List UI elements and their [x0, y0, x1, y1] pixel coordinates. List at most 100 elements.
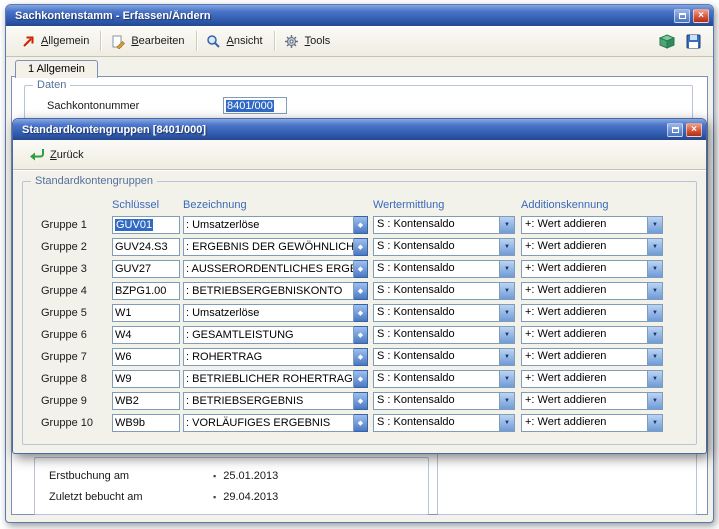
- bezeichnung-input[interactable]: : ERGEBNIS DER GEWÖHNLICHEN GES: [183, 238, 354, 256]
- date-text: 29.04.2013: [223, 491, 278, 503]
- dropdown-arrow-icon[interactable]: ▼: [499, 305, 514, 321]
- bezeichnung-input[interactable]: : AUSSERORDENTLICHES ERGEBNIS: [183, 260, 354, 278]
- lookup-button[interactable]: ◆: [354, 238, 368, 256]
- wertermittlung-select[interactable]: S : Kontensaldo ▼: [373, 414, 515, 432]
- dropdown-arrow-icon[interactable]: ▼: [499, 349, 514, 365]
- additionskennung-select[interactable]: +: Wert addieren ▼: [521, 326, 663, 344]
- close-button[interactable]: ×: [693, 9, 709, 23]
- minimize-button[interactable]: [674, 9, 690, 23]
- dropdown-arrow-icon[interactable]: ▼: [647, 327, 662, 343]
- wertermittlung-select[interactable]: S : Kontensaldo ▼: [373, 260, 515, 278]
- schluessel-input[interactable]: W9: [112, 370, 180, 388]
- menu-bearbeiten[interactable]: Bearbeiten: [104, 31, 192, 52]
- menu-tools[interactable]: Tools: [278, 31, 339, 52]
- menu-label: Tools: [305, 35, 331, 47]
- date-text: 25.01.2013: [223, 470, 278, 482]
- tab-allgemein[interactable]: 1 Allgemein: [15, 60, 98, 78]
- additionskennung-select[interactable]: +: Wert addieren ▼: [521, 282, 663, 300]
- main-titlebar[interactable]: Sachkontenstamm - Erfassen/Ändern ×: [6, 5, 713, 26]
- minimize-button[interactable]: [667, 123, 683, 137]
- menu-ansicht[interactable]: Ansicht: [200, 31, 271, 52]
- dropdown-arrow-icon[interactable]: ▼: [499, 217, 514, 233]
- wertermittlung-select[interactable]: S : Kontensaldo ▼: [373, 238, 515, 256]
- dropdown-arrow-icon[interactable]: ▼: [499, 393, 514, 409]
- bezeichnung-input[interactable]: : VORLÄUFIGES ERGEBNIS: [183, 414, 354, 432]
- wertermittlung-select[interactable]: S : Kontensaldo ▼: [373, 348, 515, 366]
- wertermittlung-select[interactable]: S : Kontensaldo ▼: [373, 216, 515, 234]
- additionskennung-select[interactable]: +: Wert addieren ▼: [521, 392, 663, 410]
- lookup-button[interactable]: ◆: [354, 370, 368, 388]
- additionskennung-select[interactable]: +: Wert addieren ▼: [521, 370, 663, 388]
- wertermittlung-select[interactable]: S : Kontensaldo ▼: [373, 304, 515, 322]
- dropdown-arrow-icon[interactable]: ▼: [647, 393, 662, 409]
- table-row: Gruppe 8 W9 : BETRIEBLICHER ROHERTRAG ◆ …: [23, 368, 696, 390]
- dropdown-arrow-icon[interactable]: ▼: [647, 349, 662, 365]
- toolbar-separator: [100, 31, 101, 51]
- lookup-button[interactable]: ◆: [354, 348, 368, 366]
- additionskennung-select[interactable]: +: Wert addieren ▼: [521, 304, 663, 322]
- back-button[interactable]: Zurück: [23, 144, 92, 165]
- menu-allgemein[interactable]: Allgemein: [14, 31, 97, 52]
- toolbar-right-icons: [659, 34, 705, 49]
- bezeichnung-input[interactable]: : BETRIEBSERGEBNIS: [183, 392, 354, 410]
- row-label: Gruppe 2: [41, 241, 112, 253]
- wertermittlung-select[interactable]: S : Kontensaldo ▼: [373, 370, 515, 388]
- sachkontonummer-input[interactable]: 8401/000: [223, 97, 287, 114]
- bezeichnung-input[interactable]: : BETRIEBSERGEBNISKONTO: [183, 282, 354, 300]
- wertermittlung-select[interactable]: S : Kontensaldo ▼: [373, 392, 515, 410]
- lookup-button[interactable]: ◆: [354, 304, 368, 322]
- additionskennung-select[interactable]: +: Wert addieren ▼: [521, 216, 663, 234]
- zuletzt-bebucht-value: ▪ 29.04.2013: [213, 491, 278, 503]
- bezeichnung-input[interactable]: : BETRIEBLICHER ROHERTRAG: [183, 370, 354, 388]
- dropdown-arrow-icon[interactable]: ▼: [499, 371, 514, 387]
- lookup-button[interactable]: ◆: [354, 392, 368, 410]
- lookup-button[interactable]: ◆: [354, 216, 368, 234]
- table-row: Gruppe 2 GUV24.S3 : ERGEBNIS DER GEWÖHNL…: [23, 236, 696, 258]
- dropdown-arrow-icon[interactable]: ▼: [647, 305, 662, 321]
- lookup-button[interactable]: ◆: [354, 282, 368, 300]
- wertermittlung-select[interactable]: S : Kontensaldo ▼: [373, 326, 515, 344]
- dropdown-arrow-icon[interactable]: ▼: [499, 415, 514, 431]
- wertermittlung-select[interactable]: S : Kontensaldo ▼: [373, 282, 515, 300]
- lookup-button[interactable]: ◆: [354, 326, 368, 344]
- schluessel-input[interactable]: GUV24.S3: [112, 238, 180, 256]
- lookup-button[interactable]: ◆: [354, 260, 368, 278]
- dropdown-arrow-icon[interactable]: ▼: [647, 239, 662, 255]
- back-arrow-icon: [29, 147, 45, 162]
- dropdown-arrow-icon[interactable]: ▼: [499, 283, 514, 299]
- dialog-title: Standardkontengruppen [8401/000]: [22, 124, 664, 136]
- schluessel-input[interactable]: W6: [112, 348, 180, 366]
- dropdown-arrow-icon[interactable]: ▼: [647, 371, 662, 387]
- close-button[interactable]: ×: [686, 123, 702, 137]
- schluessel-input[interactable]: GUV01: [112, 216, 180, 234]
- package-icon[interactable]: [659, 34, 675, 49]
- dropdown-arrow-icon[interactable]: ▼: [499, 239, 514, 255]
- additionskennung-select[interactable]: +: Wert addieren ▼: [521, 238, 663, 256]
- schluessel-input[interactable]: BZPG1.00: [112, 282, 180, 300]
- sachkontonummer-value: 8401/000: [226, 100, 274, 112]
- schluessel-input[interactable]: W4: [112, 326, 180, 344]
- dropdown-arrow-icon[interactable]: ▼: [647, 261, 662, 277]
- bezeichnung-input[interactable]: : GESAMTLEISTUNG: [183, 326, 354, 344]
- schluessel-input[interactable]: GUV27: [112, 260, 180, 278]
- bezeichnung-input[interactable]: : Umsatzerlöse: [183, 304, 354, 322]
- schluessel-input[interactable]: WB9b: [112, 414, 180, 432]
- dropdown-arrow-icon[interactable]: ▼: [647, 217, 662, 233]
- schluessel-input[interactable]: W1: [112, 304, 180, 322]
- save-icon[interactable]: [685, 34, 701, 49]
- dropdown-arrow-icon[interactable]: ▼: [647, 415, 662, 431]
- column-header-additionskennung: Additionskennung: [521, 199, 663, 211]
- dropdown-arrow-icon[interactable]: ▼: [647, 283, 662, 299]
- dropdown-arrow-icon[interactable]: ▼: [499, 327, 514, 343]
- dialog-titlebar[interactable]: Standardkontengruppen [8401/000] ×: [13, 119, 706, 140]
- additionskennung-select[interactable]: +: Wert addieren ▼: [521, 414, 663, 432]
- table-row: Gruppe 5 W1 : Umsatzerlöse ◆ S : Kontens…: [23, 302, 696, 324]
- additionskennung-select[interactable]: +: Wert addieren ▼: [521, 348, 663, 366]
- bezeichnung-input[interactable]: : ROHERTRAG: [183, 348, 354, 366]
- schluessel-input[interactable]: WB2: [112, 392, 180, 410]
- bullet-icon: ▪: [213, 472, 216, 481]
- bezeichnung-input[interactable]: : Umsatzerlöse: [183, 216, 354, 234]
- lookup-button[interactable]: ◆: [354, 414, 368, 432]
- additionskennung-select[interactable]: +: Wert addieren ▼: [521, 260, 663, 278]
- dropdown-arrow-icon[interactable]: ▼: [499, 261, 514, 277]
